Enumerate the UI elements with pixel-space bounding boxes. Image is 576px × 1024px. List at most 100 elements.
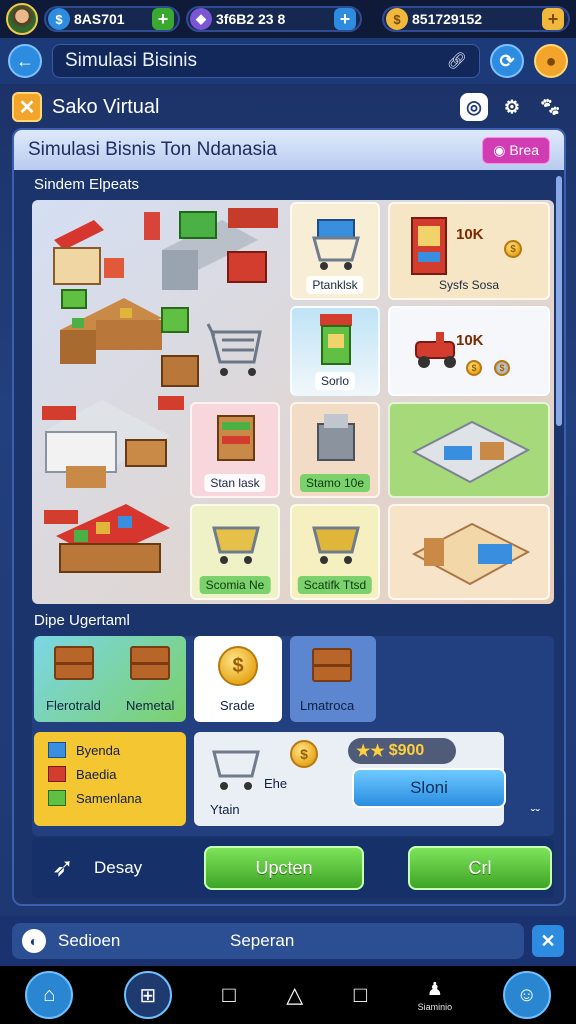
camera-icon[interactable]: ◎: [460, 93, 488, 121]
status-bar: $ 8AS701 + ◆ 3f6B2 23 8 + $ 851729152 +: [0, 0, 576, 38]
scrollbar[interactable]: [556, 176, 562, 426]
list-item: Byenda: [48, 742, 142, 758]
crate-icon-2: [130, 646, 170, 680]
price-value: $900: [388, 742, 425, 759]
shop-grid: Ptanklsk 10K $ Sysfs Sosa Sorlo 10K $ $ …: [32, 200, 554, 604]
bottom-field[interactable]: ◐ Sedioen Seperan: [12, 923, 524, 959]
person-icon: ♟: [426, 978, 443, 999]
upgrade-card-2-label: Srade: [220, 698, 255, 713]
stall-icon: [320, 314, 352, 365]
bottom-bar: ◐ Sedioen Seperan ✕: [0, 916, 576, 966]
upgrade-list-card[interactable]: Byenda Baedia Samenlana: [34, 732, 186, 826]
add-resource-2-button[interactable]: +: [334, 8, 356, 30]
profile-nav-button[interactable]: ♟ Siaminio: [418, 979, 453, 1012]
refresh-button[interactable]: ⟳: [490, 44, 524, 78]
shop-section-label: Sindem Elpeats: [34, 176, 140, 193]
player-avatar[interactable]: [6, 3, 38, 35]
add-resource-1-button[interactable]: +: [152, 8, 174, 30]
resource-1-value: 8AS701: [74, 11, 125, 27]
close-icon[interactable]: ✕: [12, 92, 42, 122]
cart-icon-4: [212, 750, 260, 790]
list-item: Baedia: [48, 766, 142, 782]
card-1-label: Ptanklsk: [306, 276, 364, 294]
store-nav-button[interactable]: ⌂: [25, 971, 74, 1019]
register-icon: [317, 414, 355, 461]
resource-2-value: 3f6B2 23 8: [216, 11, 286, 27]
list-item: Samenlana: [48, 790, 142, 806]
crate-icon-small: [48, 742, 66, 758]
shop-card-4[interactable]: 10K $ $: [388, 306, 550, 396]
upgrade-card-2[interactable]: $ Srade: [194, 636, 282, 722]
shop-card-9[interactable]: Scatifk Ttsd: [290, 504, 380, 600]
eye-icon: ◉: [493, 141, 506, 158]
paw-icon[interactable]: 🐾︎: [536, 93, 564, 121]
recent-nav-button[interactable]: □: [354, 982, 367, 1008]
upgrade-card-1-left: Flerotrald: [46, 698, 101, 713]
buy-button[interactable]: Sloni: [352, 768, 506, 808]
store-icon: ⌂: [43, 983, 56, 1006]
upgrade-button-label: Upcten: [255, 857, 313, 878]
more-icon[interactable]: ˇˇ: [531, 806, 540, 822]
buy-button-label: Sloni: [410, 778, 448, 797]
bottom-center-label: Seperan: [230, 931, 295, 950]
globe-icon: ◐: [22, 929, 46, 953]
info-pill-label: Brea: [509, 142, 539, 158]
cart-icon: [312, 219, 360, 270]
info-pill[interactable]: ◉ Brea: [482, 136, 550, 164]
user-icon: ☺: [516, 983, 537, 1006]
upgrade-card-1[interactable]: Flerotrald Nemetal: [34, 636, 186, 722]
rocket-icon: ➶: [52, 852, 74, 882]
shop-card-7[interactable]: [388, 402, 550, 498]
cart-icon-2: [212, 526, 260, 564]
settings-icon[interactable]: ⚙: [498, 93, 526, 121]
resource-pill-2: ◆ 3f6B2 23 8 +: [186, 6, 362, 32]
crate-icon: [54, 646, 94, 680]
purple-gem-icon: ◆: [190, 8, 212, 30]
card-9-label: Scatifk Ttsd: [297, 576, 373, 594]
stars-icon: ★★: [356, 743, 385, 760]
square-icon: □: [353, 982, 368, 1007]
back-button[interactable]: ←: [8, 44, 42, 78]
square-icon: □: [222, 982, 236, 1007]
title-bar: ← Simulasi Bisinis 🔗︎ ⟳ ●: [0, 38, 576, 84]
cart-icon-3: [312, 526, 360, 564]
upgrade-button[interactable]: Upcten: [204, 846, 364, 890]
card-4-price: 10K: [456, 332, 484, 349]
vending-machine-icon: [411, 217, 447, 275]
card-5-label: Stan lask: [204, 474, 266, 492]
account-nav-button[interactable]: ☺: [502, 971, 551, 1019]
coin-stack-icon-2: $: [494, 360, 510, 376]
ok-button[interactable]: Crl: [408, 846, 552, 890]
square-nav-button[interactable]: □: [222, 982, 235, 1008]
coin-shop-button[interactable]: ●: [534, 44, 568, 78]
upgrade-card-3[interactable]: Lmatroca: [290, 636, 376, 722]
coin-stack-icon: $: [466, 360, 482, 376]
home-nav-button[interactable]: △: [286, 982, 303, 1008]
close-bottom-button[interactable]: ✕: [532, 925, 564, 957]
blue-coin-icon: $: [48, 8, 70, 30]
list-item-1: Byenda: [76, 742, 121, 758]
action-row: ➶ Desay Upcten Crl: [32, 838, 554, 898]
bottom-left-label: Sedioen: [58, 931, 121, 950]
cart-label-bottom: Ytain: [210, 802, 240, 817]
shop-card-6[interactable]: Stamo 10e: [290, 402, 380, 498]
add-resource-3-button[interactable]: +: [542, 8, 564, 30]
card-3-label: Sorlo: [314, 372, 356, 390]
shop-card-2[interactable]: 10K $ Sysfs Sosa: [388, 202, 550, 300]
close-icon: ✕: [540, 930, 556, 951]
app-header: ✕ Sako Virtual ◎ ⚙ 🐾︎: [0, 86, 576, 128]
crate-icon-small: [48, 766, 66, 782]
triangle-icon: △: [286, 982, 304, 1007]
main-panel: Simulasi Bisnis Ton Ndanasia ◉ Brea Sind…: [12, 128, 566, 906]
cart-nav-button[interactable]: ⊞: [123, 971, 172, 1019]
shop-card-5[interactable]: Stan lask: [190, 402, 280, 498]
shop-card-10[interactable]: [388, 504, 550, 600]
page-title: Simulasi Bisinis: [65, 50, 197, 71]
shop-card-8[interactable]: Scomia Ne: [190, 504, 280, 600]
arrow-left-icon: ←: [16, 50, 34, 71]
card-2-price: 10K: [456, 226, 484, 243]
upgrade-card-1-right: Nemetal: [126, 698, 175, 713]
link-icon[interactable]: 🔗︎: [447, 51, 467, 71]
shop-card-3[interactable]: Sorlo: [290, 306, 380, 396]
shop-card-1[interactable]: Ptanklsk: [290, 202, 380, 300]
